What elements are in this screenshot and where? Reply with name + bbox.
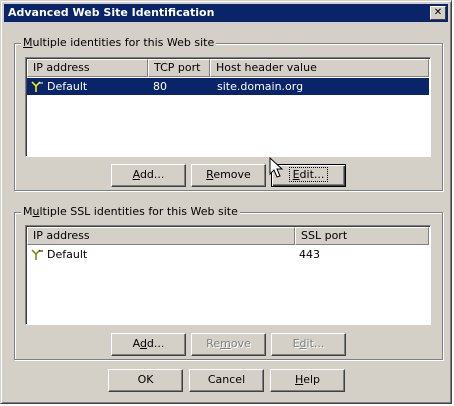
ssl-group-label: Multiple SSL identities for this Web sit… — [21, 205, 240, 218]
identity-host: site.domain.org — [217, 80, 304, 93]
ssl-identity-ip: Default — [47, 248, 88, 261]
column-header-host-header[interactable]: Host header value — [210, 59, 429, 77]
advanced-web-site-identification-dialog: Advanced Web Site Identification ✕ Multi… — [0, 0, 452, 404]
identity-ip: Default — [47, 80, 88, 93]
ssl-identity-row[interactable]: Default 443 — [27, 246, 429, 263]
identity-port: 80 — [153, 80, 167, 93]
ssl-list-header: IP address SSL port — [27, 227, 429, 245]
identities-list-header: IP address TCP port Host header value — [27, 59, 429, 77]
identities-list[interactable]: IP address TCP port Host header value De… — [25, 57, 431, 157]
ssl-add-button[interactable]: Add... — [111, 333, 186, 356]
ssl-identities-list[interactable]: IP address SSL port Default 443 — [25, 225, 431, 325]
identities-add-button[interactable]: Add... — [111, 164, 186, 187]
column-header-ip-address[interactable]: IP address — [27, 59, 148, 77]
ssl-identity-port: 443 — [299, 248, 320, 261]
dialog-title: Advanced Web Site Identification — [8, 6, 215, 19]
cancel-button[interactable]: Cancel — [189, 369, 264, 392]
ssl-edit-button[interactable]: Edit... — [271, 333, 346, 356]
column-header-ssl-ip-address[interactable]: IP address — [27, 227, 295, 245]
identities-group-label: Multiple identities for this Web site — [21, 36, 217, 49]
close-button[interactable]: ✕ — [430, 6, 446, 20]
ssl-remove-button[interactable]: Remove — [191, 333, 266, 356]
column-header-ssl-port[interactable]: SSL port — [295, 227, 429, 245]
identities-remove-button[interactable]: Remove — [191, 164, 266, 187]
help-button[interactable]: Help — [270, 369, 345, 392]
site-identity-icon — [31, 249, 43, 260]
ssl-identities-group: Multiple SSL identities for this Web sit… — [14, 205, 443, 360]
identities-group: Multiple identities for this Web site IP… — [14, 36, 443, 191]
site-identity-icon — [31, 81, 43, 92]
identity-row[interactable]: Default 80 site.domain.org — [27, 78, 429, 95]
column-header-tcp-port[interactable]: TCP port — [148, 59, 210, 77]
title-bar[interactable]: Advanced Web Site Identification ✕ — [4, 4, 448, 22]
ok-button[interactable]: OK — [108, 369, 183, 392]
mouse-pointer-icon — [269, 157, 284, 178]
close-icon: ✕ — [433, 7, 443, 18]
